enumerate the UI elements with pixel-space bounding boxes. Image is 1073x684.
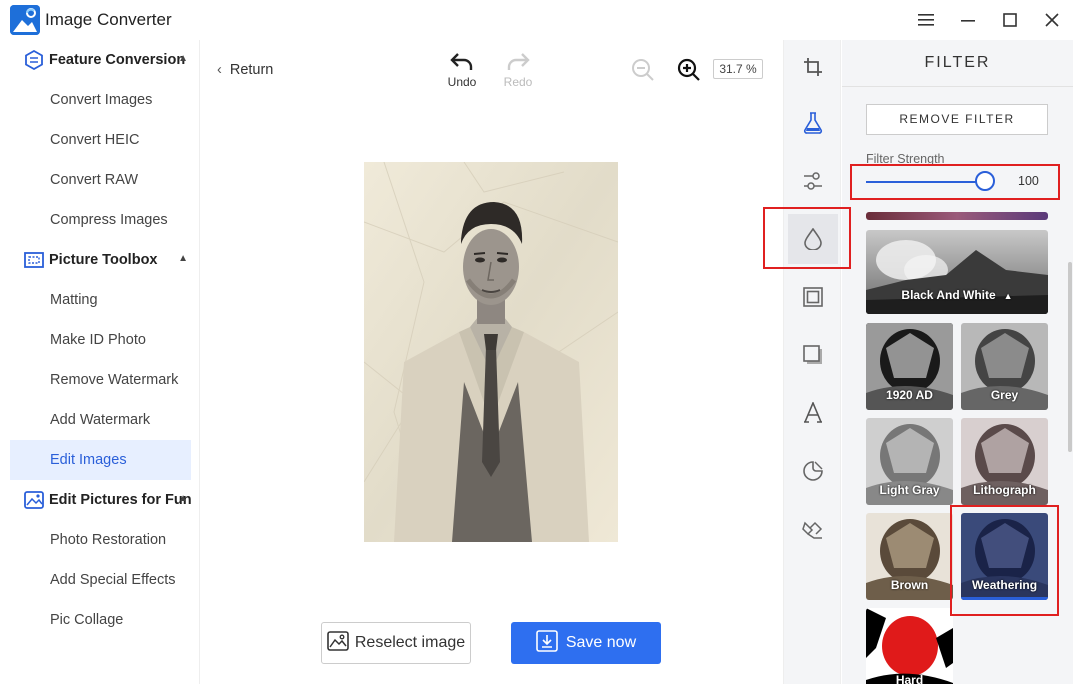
sidebar-item-add-special-effects[interactable]: Add Special Effects — [10, 560, 191, 600]
zoom-out-icon[interactable] — [631, 58, 655, 87]
sidebar-item-edit-images[interactable]: Edit Images — [10, 440, 191, 480]
redo-icon — [498, 52, 538, 74]
chevron-up-icon: ▲ — [178, 493, 188, 504]
redo-button[interactable]: Redo — [498, 52, 538, 89]
filter-thumb-hard[interactable]: Hard — [866, 608, 953, 684]
toolbox-icon — [24, 250, 44, 270]
sidebar-item-photo-restoration[interactable]: Photo Restoration — [10, 520, 191, 560]
frame-icon[interactable] — [788, 272, 838, 322]
chevron-up-icon: ▲ — [178, 253, 188, 264]
sidebar-item-convert-raw[interactable]: Convert RAW — [10, 160, 191, 200]
app-logo-icon — [10, 5, 40, 35]
sidebar-item-remove-watermark[interactable]: Remove Watermark — [10, 360, 191, 400]
panel-scrollbar[interactable] — [1068, 262, 1072, 452]
sidebar-item-pic-collage[interactable]: Pic Collage — [10, 600, 191, 640]
save-now-button[interactable]: Save now — [511, 622, 661, 664]
chevron-up-icon: ▲ — [178, 53, 188, 64]
undo-button[interactable]: Undo — [442, 52, 482, 89]
edit-tools-bar — [783, 40, 841, 684]
section-label: Feature Conversion — [49, 52, 186, 68]
crop-icon[interactable] — [788, 42, 838, 92]
highlight-box-weathering — [950, 505, 1059, 616]
sidebar: Feature Conversion ▲ Convert Images Conv… — [0, 40, 200, 684]
sticker-icon[interactable] — [788, 446, 838, 496]
filter-thumb-1920-ad[interactable]: 1920 AD — [866, 323, 953, 410]
divider — [842, 86, 1073, 87]
app-title: Image Converter — [45, 10, 172, 29]
filter-category-black-and-white[interactable]: Black And White ▲ — [866, 230, 1048, 314]
download-icon — [536, 629, 558, 657]
sidebar-item-compress-images[interactable]: Compress Images — [10, 200, 191, 240]
reselect-image-button[interactable]: Reselect image — [321, 622, 471, 664]
highlight-box-filter-strength — [850, 164, 1060, 200]
tune-icon[interactable] — [788, 156, 838, 206]
zoom-level[interactable]: 31.7 % — [713, 59, 763, 79]
undo-icon — [442, 52, 482, 74]
section-picture-toolbox[interactable]: Picture Toolbox ▲ — [0, 240, 200, 280]
caret-up-icon: ▲ — [1003, 291, 1013, 301]
highlight-box-filter-tool — [763, 207, 851, 269]
filter-thumb-lithograph[interactable]: Lithograph — [961, 418, 1048, 505]
image-icon — [327, 630, 349, 656]
shadow-icon[interactable] — [788, 330, 838, 380]
sidebar-item-make-id-photo[interactable]: Make ID Photo — [10, 320, 191, 360]
return-button[interactable]: ‹ Return — [217, 62, 273, 78]
remove-filter-button[interactable]: REMOVE FILTER — [866, 104, 1048, 135]
section-label: Picture Toolbox — [49, 252, 158, 268]
section-feature-conversion[interactable]: Feature Conversion ▲ — [0, 40, 200, 80]
image-preview[interactable] — [364, 162, 618, 542]
panel-title: FILTER — [924, 54, 991, 71]
app-window: Image Converter Feature Conversion ▲ Con… — [0, 0, 1073, 684]
menu-icon[interactable] — [914, 8, 938, 32]
minimize-button[interactable] — [956, 8, 980, 32]
sidebar-item-add-watermark[interactable]: Add Watermark — [10, 400, 191, 440]
filter-thumb-brown[interactable]: Brown — [866, 513, 953, 600]
sidebar-item-convert-images[interactable]: Convert Images — [10, 80, 191, 120]
text-icon[interactable] — [788, 388, 838, 438]
sidebar-item-matting[interactable]: Matting — [10, 280, 191, 320]
adjust-flask-icon[interactable] — [788, 98, 838, 148]
editor-canvas-area: ‹ Return Undo Redo 31.7 % Reselect image… — [201, 40, 783, 684]
close-button[interactable] — [1040, 8, 1064, 32]
maximize-button[interactable] — [998, 8, 1022, 32]
brush-icon[interactable] — [788, 504, 838, 554]
picture-fun-icon — [24, 490, 44, 510]
section-edit-pictures-for-fun[interactable]: Edit Pictures for Fun ▲ — [0, 480, 200, 520]
sidebar-item-convert-heic[interactable]: Convert HEIC — [10, 120, 191, 160]
zoom-in-icon[interactable] — [677, 58, 701, 87]
section-label: Edit Pictures for Fun — [49, 492, 192, 508]
filter-thumb-light-gray[interactable]: Light Gray — [866, 418, 953, 505]
filter-category-label: Black And White ▲ — [901, 288, 1013, 302]
title-bar: Image Converter — [0, 0, 1073, 40]
filter-category-strip[interactable] — [866, 212, 1048, 220]
conversion-icon — [24, 49, 44, 71]
chevron-left-icon: ‹ — [217, 62, 222, 78]
filter-thumb-grey[interactable]: Grey — [961, 323, 1048, 410]
